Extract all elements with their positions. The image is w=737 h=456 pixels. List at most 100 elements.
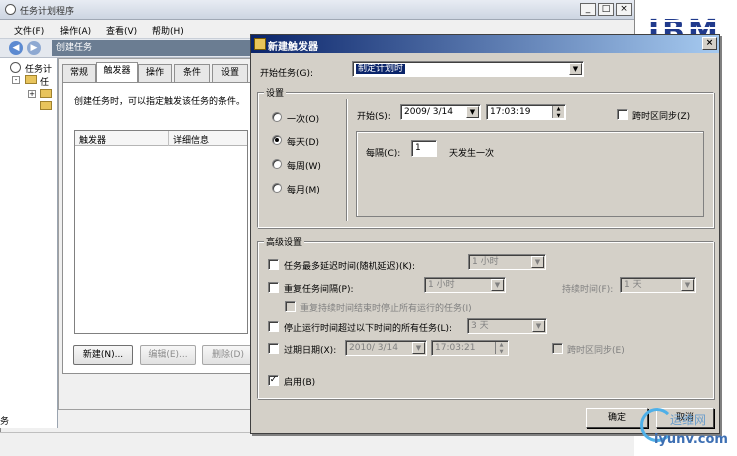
radio-daily-label[interactable]: 每天(D) [287, 135, 319, 148]
enabled-label[interactable]: 启用(B) [284, 375, 315, 388]
start-date-picker[interactable]: 2009/ 3/14 ▼ [400, 104, 481, 120]
start-time-value: 17:03:19 [490, 107, 531, 117]
start-time-picker[interactable]: 17:03:19 ▲ ▼ [486, 104, 566, 120]
expire-sync-label[interactable]: 跨时区同步(E) [567, 343, 625, 356]
chevron-down-icon[interactable]: ▼ [569, 63, 582, 75]
scheduler-tree-icon [10, 62, 21, 73]
delay-checkbox[interactable] [268, 259, 279, 270]
menu-action[interactable]: 操作(A) [60, 24, 91, 37]
triggers-description: 创建任务时，可以指定触发该任务的条件。 [74, 97, 246, 107]
folder-icon-3 [40, 101, 52, 110]
expire-sync-checkbox[interactable] [552, 343, 563, 354]
expire-time-value: 17:03:21 [435, 343, 476, 353]
menu-help[interactable]: 帮助(H) [152, 24, 184, 37]
tree-expand-icon[interactable]: - [12, 76, 20, 84]
dialog-title: 新建触发器 [268, 42, 318, 53]
delay-value: 1 小时 [472, 257, 499, 267]
tab-settings[interactable]: 设置 [212, 64, 248, 82]
chevron-down-icon[interactable]: ▼ [412, 342, 425, 354]
expire-date-picker[interactable]: 2010/ 3/14 ▼ [345, 340, 427, 356]
maximize-button[interactable]: □ [598, 3, 614, 16]
radio-daily[interactable] [272, 135, 282, 145]
time-spinner[interactable]: ▲ ▼ [552, 106, 564, 119]
repeat-checkbox[interactable] [268, 282, 279, 293]
settings-group-title: 设置 [264, 86, 287, 99]
chevron-down-icon[interactable]: ▼ [491, 279, 504, 291]
tree-item-library[interactable]: 任 [40, 75, 49, 88]
menu-file[interactable]: 文件(F) [14, 24, 44, 37]
radio-once-label[interactable]: 一次(O) [287, 112, 319, 125]
stop-longer-value: 3 天 [471, 321, 489, 331]
clock-icon [5, 4, 16, 15]
repeat-value: 1 小时 [428, 280, 455, 290]
chevron-down-icon[interactable]: ▼ [466, 106, 479, 118]
radio-once[interactable] [272, 112, 282, 122]
logo-stripe [642, 27, 720, 29]
stop-all-checkbox[interactable] [285, 301, 296, 312]
stop-longer-checkbox[interactable] [268, 321, 279, 332]
breadcrumb: 创建任务 [52, 40, 252, 56]
chevron-down-icon[interactable]: ▼ [532, 320, 545, 332]
expire-date-value: 2010/ 3/14 [349, 343, 399, 353]
repeat-select[interactable]: 1 小时 ▼ [424, 277, 506, 293]
back-arrow-icon[interactable]: ◀ [9, 41, 23, 55]
sync-timezone-checkbox[interactable] [617, 109, 628, 120]
stop-longer-label[interactable]: 停止运行时间超过以下时间的所有任务(L): [284, 321, 452, 334]
radio-monthly[interactable] [272, 183, 282, 193]
forward-arrow-icon[interactable]: ▶ [27, 41, 41, 55]
delay-select[interactable]: 1 小时 ▼ [468, 254, 546, 270]
recurrence-panel [356, 131, 704, 217]
every-days-input[interactable]: 1 [411, 140, 437, 157]
menu-view[interactable]: 查看(V) [106, 24, 137, 37]
begin-task-select[interactable]: 制定计划时 ▼ [352, 61, 584, 77]
tab-general[interactable]: 常规 [62, 64, 96, 82]
chevron-down-icon[interactable]: ▼ [681, 279, 694, 291]
tab-actions[interactable]: 操作 [138, 64, 172, 82]
sync-timezone-label[interactable]: 跨时区同步(Z) [632, 109, 690, 122]
minimize-button[interactable]: _ [580, 3, 596, 16]
dialog-titlebar[interactable] [251, 35, 719, 53]
expire-time-picker[interactable]: 17:03:21 ▲ ▼ [431, 340, 509, 356]
start-label: 开始(S): [357, 112, 391, 122]
triggers-table[interactable] [74, 130, 248, 334]
tree-item-root[interactable]: 任务计 [25, 62, 52, 75]
watermark-domain: iyunv.com [654, 432, 728, 447]
column-details[interactable]: 详细信息 [173, 133, 209, 146]
time-spinner[interactable]: ▲ ▼ [495, 342, 507, 355]
start-date-value: 2009/ 3/14 [404, 107, 454, 117]
radio-monthly-label[interactable]: 每月(M) [287, 183, 320, 196]
column-trigger[interactable]: 触发器 [79, 133, 106, 146]
folder-icon-2 [40, 89, 52, 98]
edit-trigger-button[interactable]: 编辑(E)... [140, 345, 196, 365]
chevron-down-icon[interactable]: ▼ [531, 256, 544, 268]
close-button[interactable]: × [616, 3, 632, 16]
duration-select[interactable]: 1 天 ▼ [620, 277, 696, 293]
delete-trigger-button[interactable]: 删除(D) [202, 345, 254, 365]
delay-label[interactable]: 任务最多延迟时间(随机延迟)(K): [284, 259, 415, 272]
repeat-label[interactable]: 重复任务间隔(P): [284, 282, 353, 295]
task-scheduler-titlebar[interactable] [0, 0, 634, 20]
status-bar [0, 432, 634, 456]
radio-weekly-label[interactable]: 每周(W) [287, 159, 321, 172]
ok-button[interactable]: 确定 [586, 408, 648, 428]
new-trigger-button[interactable]: 新建(N)... [73, 345, 133, 365]
tab-conditions[interactable]: 条件 [174, 64, 210, 82]
column-divider [168, 131, 169, 146]
expire-checkbox[interactable] [268, 343, 279, 354]
tree-expand-icon-2[interactable]: + [28, 90, 36, 98]
stop-longer-select[interactable]: 3 天 ▼ [467, 318, 547, 334]
duration-value: 1 天 [624, 280, 642, 290]
expire-label[interactable]: 过期日期(X): [284, 343, 336, 356]
tree-pane [0, 58, 58, 428]
watermark-cn: 运维网 [670, 413, 707, 427]
settings-divider [346, 99, 347, 221]
every-suffix: 天发生一次 [449, 149, 495, 159]
stop-all-label[interactable]: 重复持续时间结束时停止所有运行的任务(I) [300, 301, 472, 314]
tab-triggers[interactable]: 触发器 [96, 62, 138, 83]
begin-task-label: 开始任务(G): [260, 69, 314, 79]
status-text: 务 [0, 417, 10, 427]
enabled-checkbox[interactable]: ✓ [268, 375, 279, 386]
dialog-close-button[interactable]: × [702, 37, 717, 50]
begin-task-value: 制定计划时 [356, 64, 406, 74]
radio-weekly[interactable] [272, 159, 282, 169]
